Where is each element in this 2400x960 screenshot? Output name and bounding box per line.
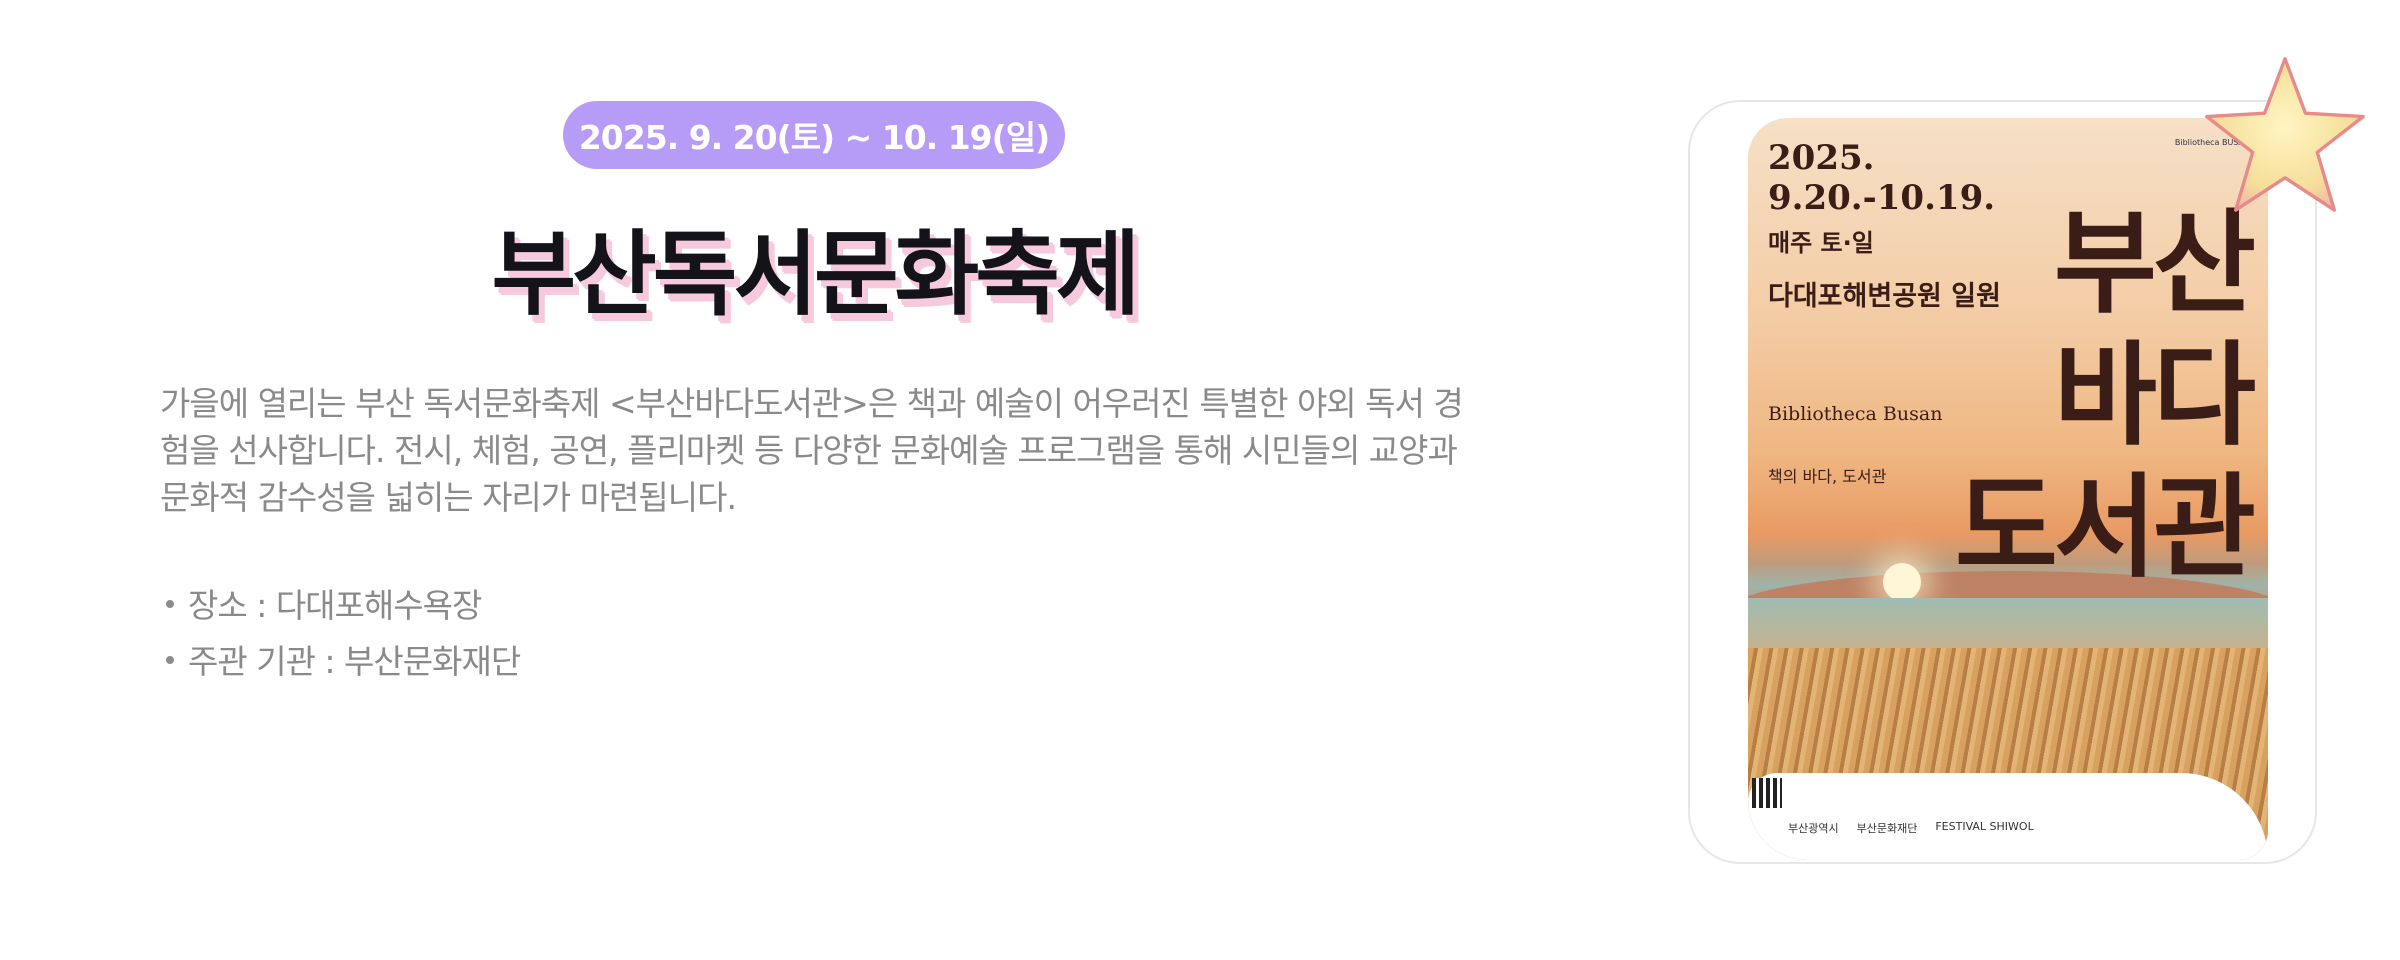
poster-sea bbox=[1748, 598, 2268, 653]
festival-description: 가을에 열리는 부산 독서문화축제 <부산바다도서관>은 책과 예술이 어우러진… bbox=[160, 384, 1464, 517]
poster-sponsor-logos: 부산광역시 부산문화재단 FESTIVAL SHIWOL bbox=[1788, 820, 2034, 836]
poster-footer bbox=[1748, 773, 2268, 860]
info-item-venue: 장소 : 다대포해수욕장 bbox=[160, 578, 520, 634]
sponsor-logo: 부산광역시 bbox=[1788, 822, 1839, 835]
bullet-icon bbox=[166, 656, 174, 664]
festival-poster-image: 2025. 9.20.-10.19. 매주 토·일 다대포해변공원 일원 Bib… bbox=[1748, 118, 2268, 860]
poster-big-line: 바다 bbox=[2053, 331, 2256, 461]
date-range-badge: 2025. 9. 20(토) ~ 10. 19(일) bbox=[563, 101, 1065, 169]
festival-title: 부산독서문화축제 bbox=[491, 221, 1140, 328]
sponsor-logo: FESTIVAL SHIWOL bbox=[1935, 820, 2034, 833]
poster-big-line: 도서관 bbox=[1954, 463, 2256, 593]
poster-big-title: 부산 바다 도서관 bbox=[1954, 198, 2256, 594]
info-item-organizer: 주관 기관 : 부산문화재단 bbox=[160, 634, 521, 690]
info-item-text: 장소 : 다대포해수욕장 bbox=[188, 586, 482, 625]
star-icon bbox=[2205, 57, 2365, 212]
qr-code-icon bbox=[1752, 778, 1782, 808]
poster-tagline: 책의 바다, 도서관 bbox=[1768, 467, 1887, 486]
poster-year-line: 2025. bbox=[1768, 138, 1875, 178]
festival-info-list: 장소 : 다대포해수욕장 주관 기관 : 부산문화재단 bbox=[160, 578, 521, 690]
info-item-text: 주관 기관 : 부산문화재단 bbox=[188, 642, 521, 681]
poster-latin-title: Bibliotheca Busan bbox=[1768, 403, 1943, 425]
sponsor-logo: 부산문화재단 bbox=[1856, 822, 1918, 835]
sun-icon bbox=[1883, 563, 1921, 601]
poster-weekday: 매주 토·일 bbox=[1768, 229, 1874, 257]
bullet-icon bbox=[166, 600, 174, 608]
